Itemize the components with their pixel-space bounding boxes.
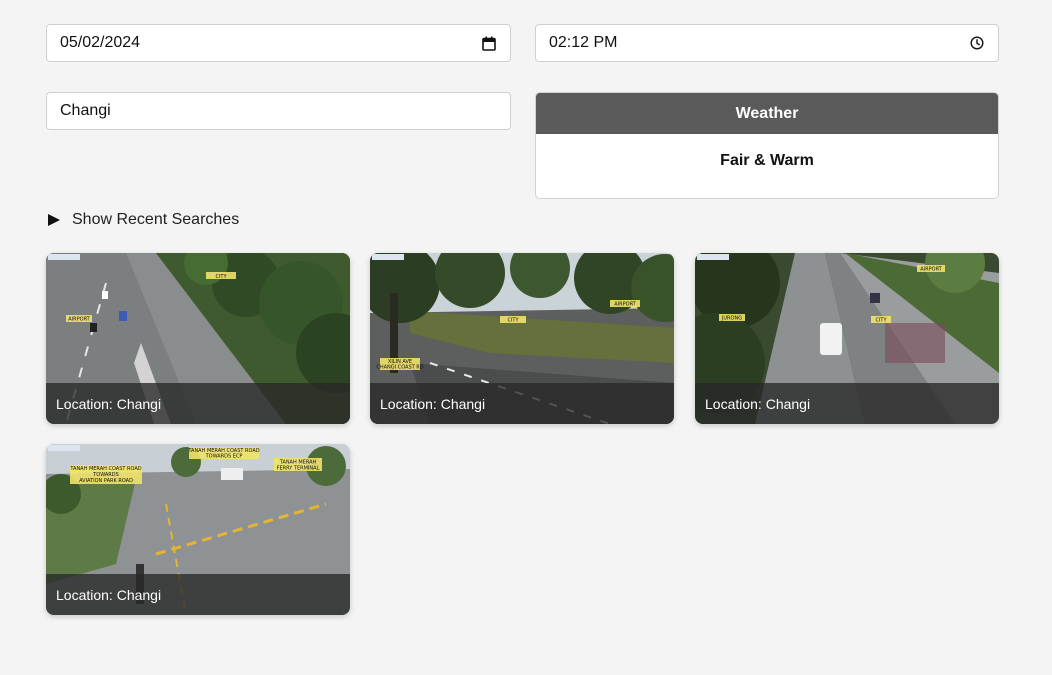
camera-sign-text: FERRY TERMINAL	[277, 466, 320, 472]
camera-location-caption: Location: Changi	[370, 383, 674, 424]
camera-location-caption: Location: Changi	[46, 383, 350, 424]
traffic-camera-card[interactable]: CITY AIRPORT Location: Changi	[46, 253, 350, 424]
camera-sign-text: AIRPORT	[68, 317, 90, 323]
location-input[interactable]	[60, 102, 497, 120]
camera-location-caption: Location: Changi	[695, 383, 999, 424]
traffic-camera-card[interactable]: AIRPORT JURONG CITY Location: Changi	[695, 253, 999, 424]
calendar-icon[interactable]	[481, 35, 497, 51]
camera-sign-text: AVIATION PARK ROAD	[79, 478, 133, 484]
clock-icon[interactable]	[969, 35, 985, 51]
weather-card: Weather Fair & Warm	[535, 92, 999, 199]
weather-forecast: Fair & Warm	[720, 152, 814, 169]
date-input[interactable]: 05/02/2024	[46, 24, 511, 62]
disclosure-triangle-icon	[48, 214, 60, 226]
recent-searches-label: Show Recent Searches	[72, 211, 240, 228]
time-input[interactable]: 02:12 PM	[535, 24, 999, 62]
date-value: 05/02/2024	[60, 34, 141, 51]
weather-title: Weather	[536, 93, 998, 134]
camera-location-caption: Location: Changi	[46, 574, 350, 615]
camera-sign-text: AIRPORT	[614, 302, 636, 308]
camera-sign-text: CHANGI COAST RD	[376, 365, 423, 371]
camera-sign-text: TOWARDS ECP	[205, 454, 243, 460]
camera-sign-text: JURONG	[721, 316, 742, 322]
traffic-camera-card[interactable]: AIRPORT CITY XILIN AVE CHANGI COAST RD L…	[370, 253, 674, 424]
traffic-camera-card[interactable]: TANAH MERAH COAST ROAD TOWARDS ECP TANAH…	[46, 444, 350, 615]
location-search-field[interactable]	[46, 92, 511, 130]
camera-sign-text: AIRPORT	[920, 267, 942, 273]
camera-sign-text: CITY	[875, 318, 887, 324]
recent-searches-toggle[interactable]: Show Recent Searches	[46, 211, 239, 229]
time-value: 02:12 PM	[549, 34, 618, 51]
camera-sign-text: CITY	[215, 274, 227, 280]
camera-sign-text: CITY	[507, 318, 519, 324]
